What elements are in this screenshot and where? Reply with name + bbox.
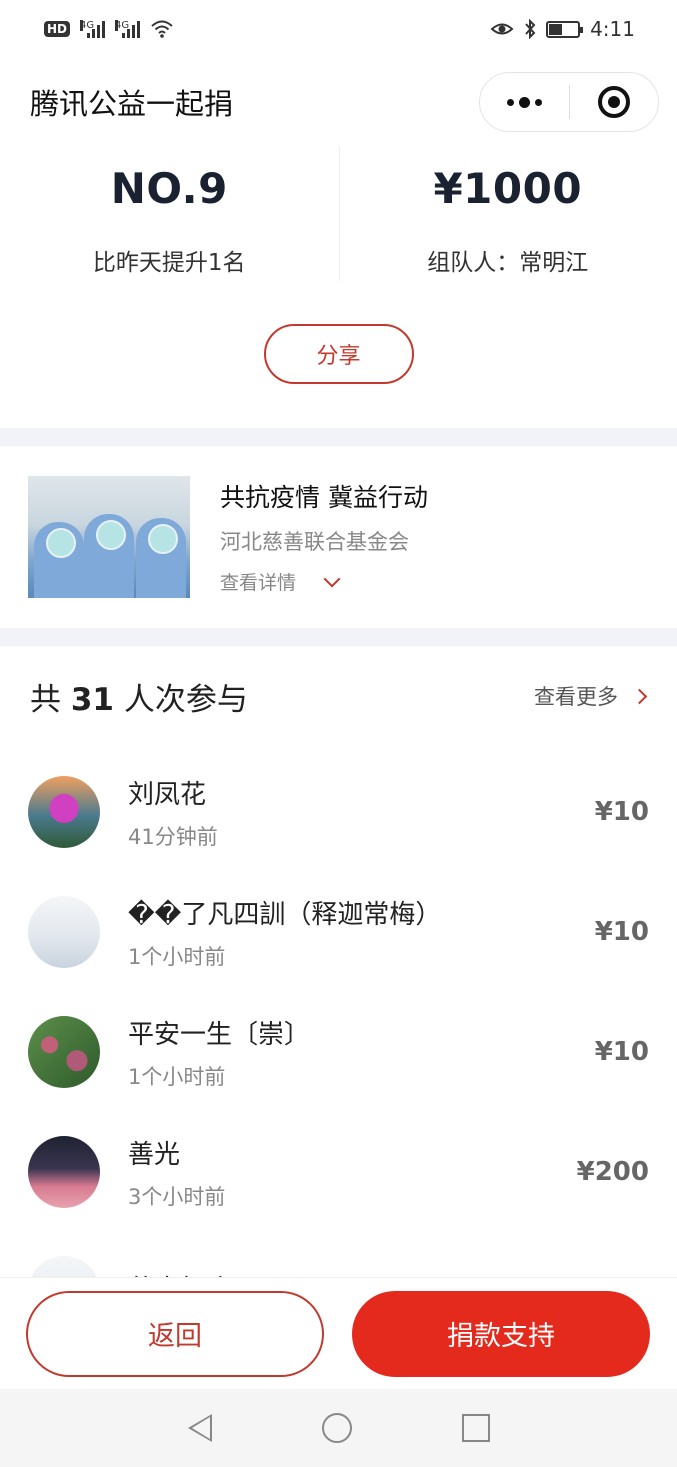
participants-header: 共 31 人次参与 查看更多: [0, 646, 677, 746]
list-item[interactable]: ��了凡四訓（释迦常梅） 1个小时前 ¥10: [0, 872, 677, 992]
view-details-label: 查看详情: [220, 572, 297, 594]
participant-amount: ¥10: [594, 917, 649, 947]
status-left: HD 4G 4G: [44, 19, 174, 39]
rank-stat: NO.9 比昨天提升1名: [0, 146, 339, 296]
status-bar: HD 4G 4G 4:11: [0, 0, 677, 58]
avatar: [28, 1256, 100, 1277]
participant-name: ��了凡四訓（释迦常梅）: [128, 899, 442, 930]
participant-time: 41分钟前: [128, 824, 218, 849]
count-number: 31: [70, 681, 114, 718]
participant-time: 1个小时前: [128, 1064, 226, 1089]
eye-icon: [490, 23, 514, 35]
participant-time: 3个小时前: [128, 1184, 226, 1209]
section-divider-2: [0, 628, 677, 646]
close-button[interactable]: [570, 73, 659, 131]
recents-square-icon[interactable]: [461, 1414, 490, 1442]
home-circle-icon[interactable]: [321, 1413, 352, 1443]
close-target-icon: [597, 86, 630, 118]
project-info: 共抗疫情 冀益行动 河北慈善联合基金会 查看详情: [220, 476, 428, 628]
participant-amount: ¥10: [594, 1037, 649, 1067]
amount-value: ¥1000: [433, 164, 583, 213]
list-item[interactable]: 平安一生〔崇〕 1个小时前 ¥10: [0, 992, 677, 1112]
capsule-menu: [479, 72, 659, 132]
count-prefix: 共: [30, 681, 61, 718]
more-icon: [506, 96, 542, 108]
share-wrap: 分享: [0, 324, 677, 384]
view-details-link[interactable]: 查看详情: [220, 568, 428, 595]
list-item[interactable]: 刘凤花 41分钟前 ¥10: [0, 752, 677, 872]
count-suffix: 人次参与: [123, 681, 248, 718]
amount-stat: ¥1000 组队人：常明江: [339, 146, 677, 296]
back-button[interactable]: 返回: [26, 1290, 324, 1377]
participants-count: 共 31 人次参与: [30, 674, 248, 719]
project-card[interactable]: 共抗疫情 冀益行动 河北慈善联合基金会 查看详情: [0, 446, 677, 628]
share-button[interactable]: 分享: [263, 324, 414, 384]
project-image: [28, 476, 190, 598]
system-nav-bar: [0, 1389, 677, 1467]
list-item-info: 善光 3个小时前: [128, 1134, 577, 1211]
wifi-icon: [151, 20, 173, 38]
list-item[interactable]: 萍水相逢: [0, 1232, 677, 1277]
participant-list[interactable]: 刘凤花 41分钟前 ¥10 ��了凡四訓（释迦常梅） 1个小时前 ¥10 平安一…: [0, 752, 677, 1277]
bluetooth-icon: [525, 19, 536, 39]
project-title: 共抗疫情 冀益行动: [220, 483, 428, 512]
bottom-action-bar: 返回 捐款支持: [0, 1277, 677, 1389]
participant-time: 1个小时前: [128, 944, 226, 969]
avatar: [28, 896, 100, 968]
team-stats: NO.9 比昨天提升1名 ¥1000 组队人：常明江: [0, 146, 677, 296]
back-triangle-icon[interactable]: [187, 1414, 212, 1442]
rank-value: NO.9: [110, 164, 228, 213]
see-more-label: 查看更多: [534, 685, 618, 709]
participant-amount: ¥10: [594, 797, 649, 827]
hd-badge: HD: [44, 21, 71, 37]
donate-button[interactable]: 捐款支持: [352, 1290, 650, 1377]
status-right: 4:11: [490, 17, 635, 41]
signal-icon-2: 4G: [115, 20, 141, 38]
clock: 4:11: [590, 17, 635, 41]
avatar: [28, 1136, 100, 1208]
page-title: 腾讯公益一起捐: [30, 87, 234, 121]
see-more-link[interactable]: 查看更多: [534, 681, 648, 711]
battery-fill: [549, 23, 562, 35]
nav-bar: 腾讯公益一起捐: [0, 58, 677, 146]
avatar: [28, 776, 100, 848]
participant-amount: ¥200: [576, 1157, 649, 1187]
section-divider: [0, 428, 677, 446]
participant-name: 萍水相逢: [128, 1269, 649, 1278]
organizer: 组队人：常明江: [427, 250, 589, 276]
list-item[interactable]: 善光 3个小时前 ¥200: [0, 1112, 677, 1232]
list-item-info: ��了凡四訓（释迦常梅） 1个小时前: [128, 894, 595, 971]
project-org: 河北慈善联合基金会: [220, 530, 409, 554]
more-button[interactable]: [480, 73, 569, 131]
signal-icon: 4G: [80, 20, 106, 38]
battery-icon: [546, 20, 584, 38]
chevron-down-icon: [323, 570, 341, 587]
participant-name: 刘凤花: [128, 779, 207, 810]
chevron-right-icon: [631, 688, 648, 704]
list-item-info: 萍水相逢: [128, 1269, 649, 1278]
participant-name: 善光: [128, 1139, 181, 1170]
network-label: 4G: [80, 20, 95, 31]
rank-change: 比昨天提升1名: [92, 250, 246, 276]
list-item-info: 平安一生〔崇〕 1个小时前: [128, 1014, 595, 1091]
avatar: [28, 1016, 100, 1088]
list-item-info: 刘凤花 41分钟前: [128, 774, 595, 851]
participant-name: 平安一生〔崇〕: [128, 1019, 311, 1050]
network-label-2: 4G: [115, 20, 130, 31]
